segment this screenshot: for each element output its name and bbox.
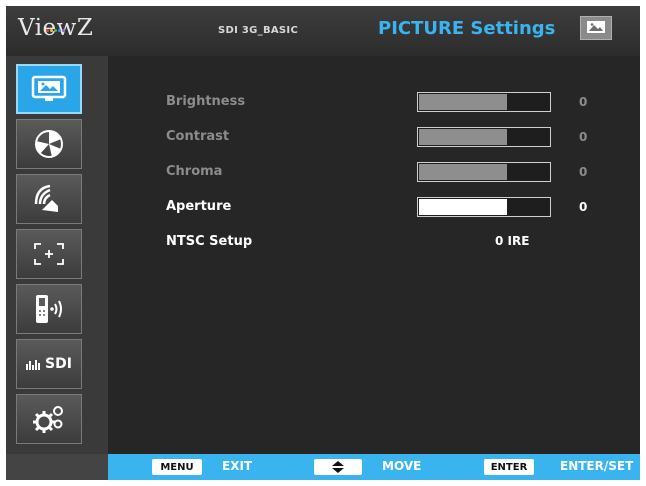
remote-icon — [31, 293, 67, 325]
marker-icon — [31, 240, 67, 268]
picture-icon — [31, 75, 67, 103]
exit-hint: EXIT — [222, 459, 253, 473]
picture-icon — [580, 16, 612, 40]
footer-spacer — [6, 454, 108, 480]
key-guide-bar: MENU EXIT MOVE ENTER ENTER/SET — [108, 454, 640, 480]
header: ViewZ SDI 3G_BASIC PICTURE Settings — [6, 6, 640, 56]
color-wheel-icon — [32, 127, 66, 161]
contrast-slider[interactable] — [417, 127, 551, 147]
sidebar-item-settings[interactable] — [16, 394, 82, 444]
setting-row-aperture[interactable]: Aperture 0 — [166, 197, 636, 219]
osd-menu: ViewZ SDI 3G_BASIC PICTURE Settings SDI … — [6, 6, 640, 480]
sidebar-item-color[interactable] — [16, 119, 82, 169]
logo-dots — [46, 17, 70, 32]
sidebar-item-audio[interactable] — [16, 174, 82, 224]
setting-label: NTSC Setup — [166, 234, 253, 249]
sidebar-item-picture[interactable] — [16, 64, 82, 114]
chroma-slider[interactable] — [417, 162, 551, 182]
sidebar-item-sdi[interactable]: SDI — [16, 339, 82, 389]
enter-set-hint: ENTER/SET — [560, 459, 634, 473]
setting-row-chroma[interactable]: Chroma 0 — [166, 162, 636, 184]
setting-value: 0 — [579, 130, 588, 144]
footer: MENU EXIT MOVE ENTER ENTER/SET — [6, 454, 640, 480]
setting-row-brightness[interactable]: Brightness 0 — [166, 92, 636, 114]
sidebar-item-remote[interactable] — [16, 284, 82, 334]
waveform-icon — [26, 358, 42, 370]
page-title: PICTURE Settings — [378, 18, 556, 39]
setting-label: Brightness — [166, 94, 246, 109]
ntsc-setup-value[interactable]: 0 IRE — [495, 234, 529, 248]
setting-row-ntsc-setup[interactable]: NTSC Setup 0 IRE — [166, 232, 636, 254]
setting-value: 0 — [579, 200, 588, 214]
enter-key: ENTER — [484, 459, 534, 475]
sidebar-item-label: SDI — [45, 356, 72, 372]
move-hint: MOVE — [382, 459, 422, 473]
gears-icon — [31, 403, 67, 435]
brightness-slider[interactable] — [417, 92, 551, 112]
aperture-slider[interactable] — [417, 197, 551, 217]
setting-value: 0 — [579, 165, 588, 179]
setting-label: Contrast — [166, 129, 230, 144]
settings-panel: Brightness 0 Contrast 0 Chroma 0 Apertur… — [108, 56, 640, 454]
setting-label: Chroma — [166, 164, 223, 179]
sidebar: SDI — [6, 56, 108, 454]
setting-row-contrast[interactable]: Contrast 0 — [166, 127, 636, 149]
menu-key: MENU — [152, 459, 202, 475]
sidebar-item-marker[interactable] — [16, 229, 82, 279]
up-down-arrows-icon — [314, 459, 362, 475]
input-profile-label: SDI 3G_BASIC — [218, 25, 299, 36]
setting-label: Aperture — [166, 199, 232, 214]
setting-value: 0 — [579, 95, 588, 109]
speaker-icon — [32, 184, 66, 214]
